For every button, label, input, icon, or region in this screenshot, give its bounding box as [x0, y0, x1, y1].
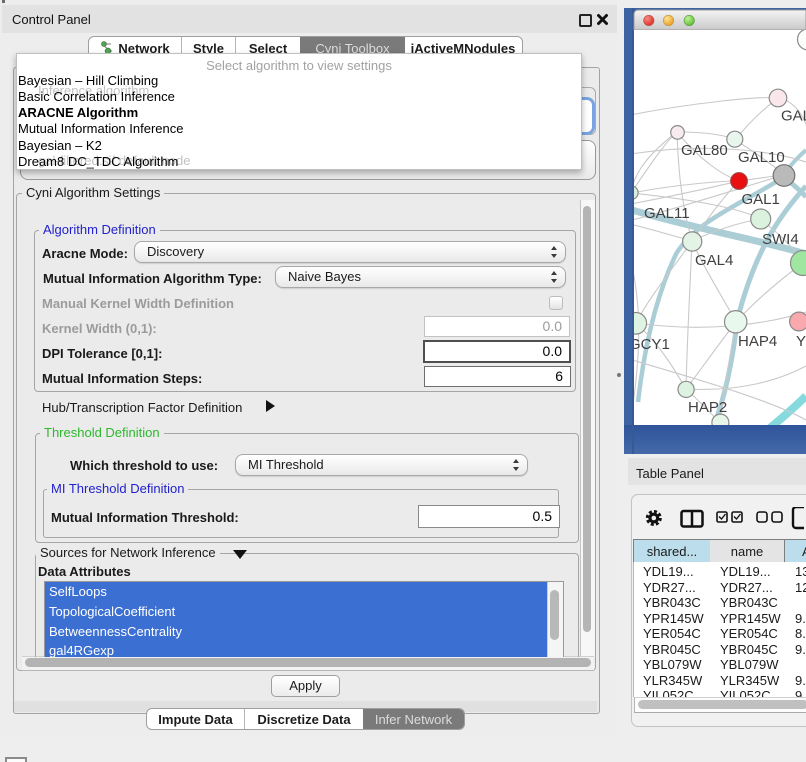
svg-text:SWI4: SWI4	[762, 231, 799, 248]
svg-text:HAP4: HAP4	[738, 333, 777, 350]
svg-text:GAL10: GAL10	[738, 149, 785, 166]
svg-text:GAL8: GAL8	[781, 108, 806, 125]
svg-text:GAL1: GAL1	[742, 191, 780, 208]
svg-text:GAL80: GAL80	[681, 142, 728, 159]
svg-text:HAP2: HAP2	[688, 399, 727, 416]
svg-text:GCY1: GCY1	[629, 336, 670, 353]
svg-text:Y: Y	[796, 333, 806, 350]
svg-text:GAL11: GAL11	[644, 205, 690, 222]
svg-text:GAL4: GAL4	[695, 252, 733, 269]
